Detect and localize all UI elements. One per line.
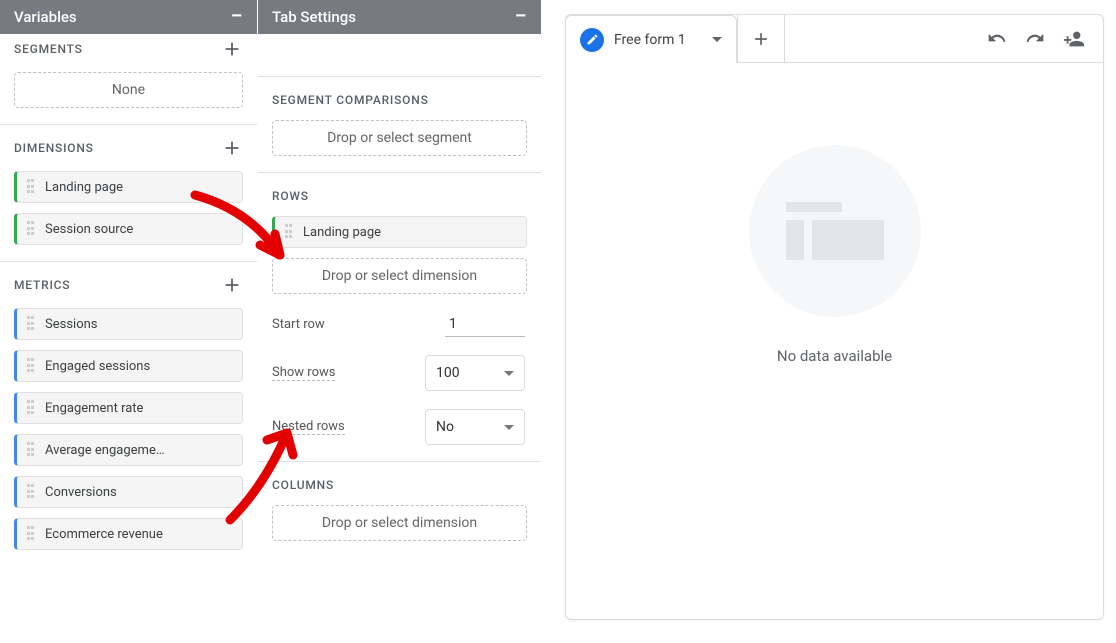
dimension-chip[interactable]: Landing page <box>14 171 243 203</box>
drag-handle-icon[interactable] <box>27 526 37 542</box>
dimensions-title: DIMENSIONS <box>14 141 94 155</box>
show-rows-label: Show rows <box>272 365 335 381</box>
chevron-down-icon <box>504 425 514 430</box>
chip-label: Engaged sessions <box>45 359 150 374</box>
variables-title: Variables <box>14 8 77 26</box>
share-user-icon[interactable] <box>1063 28 1085 50</box>
variables-header: Variables − <box>0 0 257 34</box>
chip-label: Ecommerce revenue <box>45 527 163 542</box>
start-row-label: Start row <box>272 317 325 332</box>
segment-dropzone[interactable]: Drop or select segment <box>272 120 527 156</box>
canvas-column: Free form 1 No data available <box>541 0 1116 643</box>
tab-name-label: Free form 1 <box>614 32 686 48</box>
metric-chip[interactable]: Average engageme… <box>14 434 243 466</box>
edit-icon[interactable] <box>580 28 604 52</box>
add-metric-button[interactable] <box>221 274 243 296</box>
tab-settings-header: Tab Settings − <box>258 0 541 34</box>
chevron-down-icon[interactable] <box>712 37 722 42</box>
drag-handle-icon[interactable] <box>27 179 37 195</box>
segment-comparisons-section: SEGMENT COMPARISONS Drop or select segme… <box>258 77 541 160</box>
variables-panel: Variables − SEGMENTS None DIMENSIONS Lan… <box>0 0 258 643</box>
drag-handle-icon[interactable] <box>27 316 37 332</box>
add-segment-button[interactable] <box>221 38 243 60</box>
active-tab[interactable]: Free form 1 <box>565 15 737 63</box>
drag-handle-icon[interactable] <box>27 442 37 458</box>
row-dimension-dropzone[interactable]: Drop or select dimension <box>272 258 527 294</box>
dimensions-section: DIMENSIONS Landing page Session source <box>0 125 257 249</box>
start-row-input[interactable] <box>445 312 525 337</box>
chevron-down-icon <box>504 371 514 376</box>
columns-section: COLUMNS Drop or select dimension <box>258 462 541 545</box>
rows-title: ROWS <box>272 189 309 203</box>
report-canvas: Free form 1 No data available <box>565 14 1104 620</box>
undo-icon[interactable] <box>987 28 1007 48</box>
chip-label: Average engageme… <box>45 443 165 458</box>
nested-rows-value: No <box>436 419 454 435</box>
chip-label: Conversions <box>45 485 117 500</box>
segments-title: SEGMENTS <box>14 42 83 56</box>
chip-label: Sessions <box>45 317 98 332</box>
empty-state: No data available <box>749 145 921 365</box>
add-tab-button[interactable] <box>737 15 785 63</box>
chip-label: Session source <box>45 222 133 237</box>
show-rows-value: 100 <box>436 365 460 381</box>
columns-title: COLUMNS <box>272 478 334 492</box>
empty-illustration-icon <box>749 145 921 317</box>
drag-handle-icon[interactable] <box>27 484 37 500</box>
empty-state-message: No data available <box>777 347 892 365</box>
segment-comparisons-title: SEGMENT COMPARISONS <box>272 93 429 107</box>
metrics-title: METRICS <box>14 278 70 292</box>
nested-rows-label: Nested rows <box>272 419 345 435</box>
metrics-section: METRICS Sessions Engaged sessions Engage… <box>0 262 257 554</box>
metric-chip[interactable]: Engagement rate <box>14 392 243 424</box>
metric-chip[interactable]: Ecommerce revenue <box>14 518 243 550</box>
redo-icon[interactable] <box>1025 28 1045 48</box>
metric-chip[interactable]: Sessions <box>14 308 243 340</box>
drag-handle-icon[interactable] <box>27 358 37 374</box>
rows-section: ROWS Landing page Drop or select dimensi… <box>258 173 541 449</box>
chip-label: Engagement rate <box>45 401 143 416</box>
tab-settings-title: Tab Settings <box>272 8 356 26</box>
drag-handle-icon[interactable] <box>27 400 37 416</box>
drag-handle-icon[interactable] <box>285 224 295 240</box>
chip-label: Landing page <box>45 180 123 195</box>
row-dimension-chip[interactable]: Landing page <box>272 216 527 248</box>
metric-chip[interactable]: Conversions <box>14 476 243 508</box>
segments-section: SEGMENTS None <box>0 34 257 112</box>
chip-label: Landing page <box>303 225 381 240</box>
collapse-icon[interactable]: − <box>515 6 527 28</box>
segments-none: None <box>14 72 243 108</box>
drag-handle-icon[interactable] <box>27 221 37 237</box>
add-dimension-button[interactable] <box>221 137 243 159</box>
show-rows-select[interactable]: 100 <box>425 355 525 391</box>
nested-rows-select[interactable]: No <box>425 409 525 445</box>
dimension-chip[interactable]: Session source <box>14 213 243 245</box>
column-dimension-dropzone[interactable]: Drop or select dimension <box>272 505 527 541</box>
collapse-icon[interactable]: − <box>231 6 243 28</box>
canvas-tab-bar: Free form 1 <box>566 15 1103 63</box>
metric-chip[interactable]: Engaged sessions <box>14 350 243 382</box>
tab-settings-panel: Tab Settings − SEGMENT COMPARISONS Drop … <box>258 0 541 643</box>
